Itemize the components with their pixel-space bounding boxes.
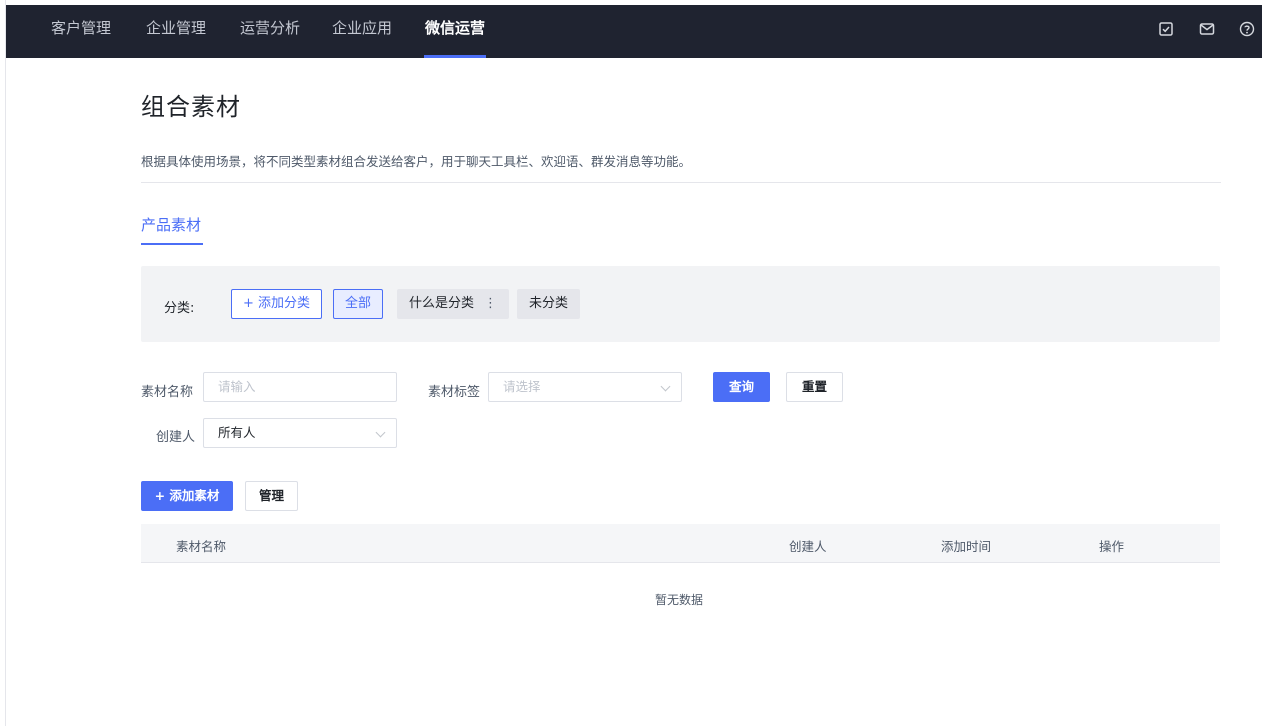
column-header-actions: 操作 (1099, 539, 1125, 554)
add-category-button[interactable]: + 添加分类 (231, 289, 323, 319)
table-empty-state: 暂无数据 (655, 593, 704, 607)
window-left-edge (0, 0, 6, 726)
material-tag-label: 素材标签 (428, 385, 481, 400)
column-header-added-time: 添加时间 (941, 539, 992, 554)
creator-label: 创建人 (156, 430, 196, 445)
category-label: 分类: (164, 301, 195, 316)
creator-select-value: 所有人 (218, 425, 256, 440)
nav-item-operations-analytics[interactable]: 运营分析 (240, 5, 300, 58)
material-tag-select[interactable]: 请选择 (488, 372, 682, 402)
column-header-material-name: 素材名称 (176, 539, 227, 554)
reset-button[interactable]: 重置 (786, 372, 843, 402)
page-title: 组合素材 (141, 93, 241, 121)
category-chip-label: 什么是分类 (409, 296, 475, 311)
top-navigation-bar: 客户管理 企业管理 运营分析 企业应用 微信运营 (6, 5, 1262, 58)
nav-item-enterprise-management[interactable]: 企业管理 (146, 5, 206, 58)
header-divider (141, 182, 1221, 183)
manage-button[interactable]: 管理 (245, 481, 298, 511)
chevron-down-icon (660, 381, 671, 392)
category-chip-what-is-category[interactable]: 什么是分类 ⋮ (397, 289, 510, 319)
chevron-down-icon (375, 427, 386, 438)
nav-item-enterprise-apps[interactable]: 企业应用 (332, 5, 392, 58)
category-chip-uncategorized[interactable]: 未分类 (517, 289, 581, 319)
mail-icon[interactable] (1198, 20, 1216, 38)
task-check-icon[interactable] (1157, 20, 1175, 38)
nav-item-customer-management[interactable]: 客户管理 (51, 5, 111, 58)
more-vertical-icon[interactable]: ⋮ (484, 296, 497, 311)
material-tag-placeholder: 请选择 (503, 379, 541, 394)
category-chip-all[interactable]: 全部 (333, 289, 384, 319)
column-header-creator: 创建人 (789, 539, 827, 554)
category-panel: 分类: + 添加分类 全部 什么是分类 ⋮ 未分类 (141, 266, 1220, 342)
tab-active-indicator (141, 243, 203, 245)
table-header: 素材名称 创建人 添加时间 操作 (141, 524, 1220, 563)
tab-product-materials[interactable]: 产品素材 (141, 214, 201, 235)
material-name-input[interactable]: 请输入 (203, 372, 397, 402)
nav-item-wechat-operations[interactable]: 微信运营 (423, 5, 487, 58)
material-name-label: 素材名称 (141, 385, 194, 400)
help-icon[interactable] (1238, 20, 1256, 38)
query-button[interactable]: 查询 (713, 372, 770, 402)
add-material-button[interactable]: + 添加素材 (141, 481, 233, 511)
page-description: 根据具体使用场景，将不同类型素材组合发送给客户，用于聊天工具栏、欢迎语、群发消息… (141, 154, 692, 169)
app-frame: 客户管理 企业管理 运营分析 企业应用 微信运营 组合素材 根据具体使用场景，将… (0, 0, 1262, 726)
creator-select[interactable]: 所有人 (203, 418, 397, 448)
